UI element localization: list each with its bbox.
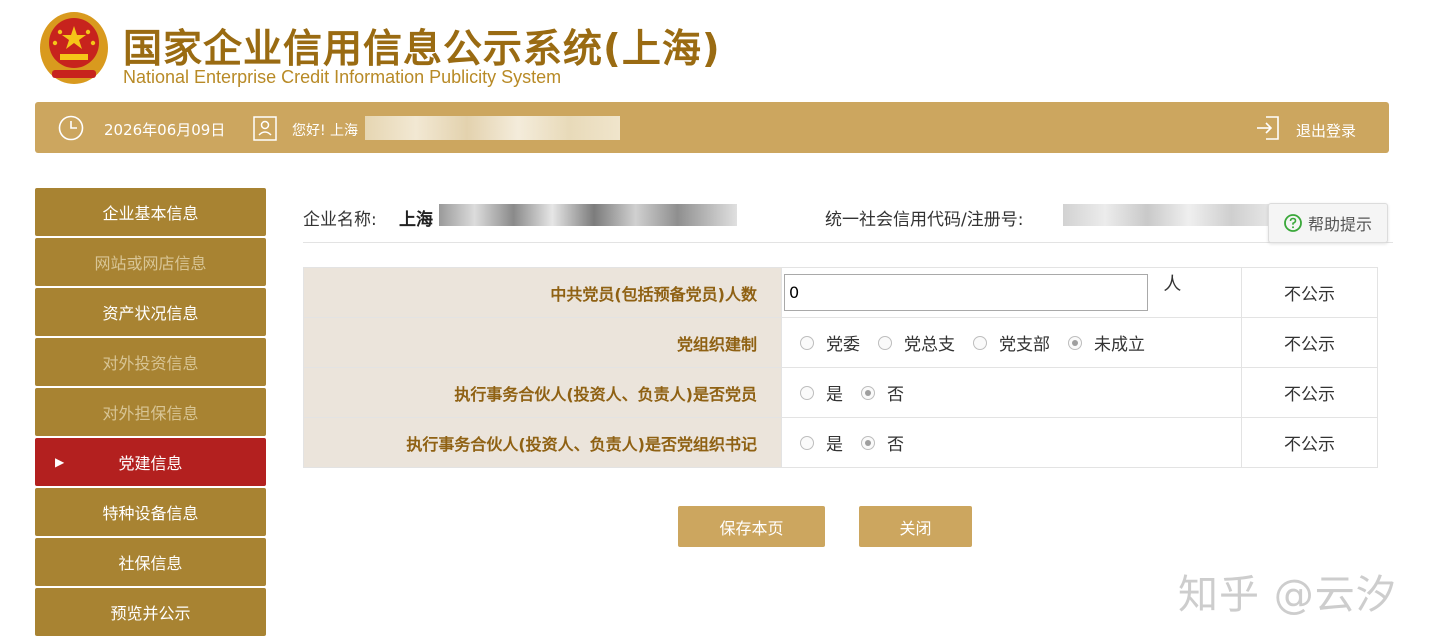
- publicity-status[interactable]: 不公示: [1241, 417, 1378, 468]
- table-row: 中共党员(包括预备党员)人数 人 不公示: [303, 267, 1378, 318]
- save-page-button[interactable]: 保存本页: [678, 506, 825, 547]
- form-label: 执行事务合伙人(投资人、负责人)是否党组织书记: [303, 417, 782, 468]
- partner-member-radio-group: 是 否: [800, 380, 1241, 405]
- radio-button[interactable]: [800, 335, 814, 350]
- sidebar: 企业基本信息 网站或网店信息 资产状况信息 对外投资信息 对外担保信息 ▶ 党建…: [35, 188, 266, 638]
- help-button-label: 帮助提示: [1307, 215, 1372, 234]
- sidebar-item-basic-info[interactable]: 企业基本信息: [35, 188, 266, 236]
- page-subtitle: National Enterprise Credit Information P…: [123, 67, 562, 87]
- logout-link[interactable]: 退出登录: [1296, 120, 1356, 141]
- sidebar-item-guarantee-info[interactable]: 对外担保信息: [35, 388, 266, 436]
- play-arrow-icon: ▶: [55, 455, 65, 469]
- radio-button[interactable]: [878, 335, 892, 350]
- redacted-username: [365, 116, 620, 140]
- radio-label: 是: [826, 435, 843, 455]
- radio-label: 是: [826, 385, 843, 405]
- current-date: 2026年06月09日: [104, 121, 226, 139]
- sidebar-item-label: 资产状况信息: [102, 304, 199, 323]
- unit-label: 人: [1163, 274, 1182, 295]
- sidebar-item-special-equipment[interactable]: 特种设备信息: [35, 488, 266, 536]
- radio-button[interactable]: [800, 435, 814, 450]
- radio-label: 未成立: [1094, 335, 1145, 355]
- form-control: 人: [781, 267, 1242, 318]
- close-button[interactable]: 关闭: [859, 506, 972, 547]
- national-emblem-icon: [40, 12, 108, 84]
- radio-label: 党委: [826, 335, 860, 355]
- question-circle-icon: [1284, 214, 1302, 232]
- form-control: 党委 党总支 党支部 未成立: [781, 317, 1242, 368]
- page-title: 国家企业信用信息公示系统(上海): [123, 27, 721, 72]
- publicity-status[interactable]: 不公示: [1241, 267, 1378, 318]
- sidebar-item-label: 党建信息: [118, 454, 183, 473]
- company-name-label: 企业名称:: [303, 210, 377, 230]
- form-control: 是 否: [781, 367, 1242, 418]
- radio-no[interactable]: 否: [861, 380, 904, 405]
- sidebar-item-label: 网站或网店信息: [94, 254, 207, 273]
- publicity-status[interactable]: 不公示: [1241, 367, 1378, 418]
- sidebar-item-label: 社保信息: [118, 554, 183, 573]
- radio-label: 否: [887, 435, 904, 455]
- sidebar-item-social-security[interactable]: 社保信息: [35, 538, 266, 586]
- radio-label: 党总支: [904, 335, 955, 355]
- sidebar-item-label: 预览并公示: [110, 604, 191, 623]
- form-control: 是 否: [781, 417, 1242, 468]
- radio-button[interactable]: [861, 435, 875, 450]
- radio-label: 党支部: [999, 335, 1050, 355]
- radio-button[interactable]: [861, 385, 875, 400]
- sidebar-item-label: 特种设备信息: [102, 504, 199, 523]
- radio-button[interactable]: [973, 335, 987, 350]
- clock-icon: [58, 115, 84, 141]
- sidebar-item-preview-publish[interactable]: 预览并公示: [35, 588, 266, 636]
- sidebar-item-label: 对外投资信息: [102, 354, 199, 373]
- greeting-text: 您好! 上海: [292, 123, 359, 139]
- radio-label: 否: [887, 385, 904, 405]
- radio-not-established[interactable]: 未成立: [1068, 330, 1145, 355]
- sidebar-item-asset-info[interactable]: 资产状况信息: [35, 288, 266, 336]
- sidebar-item-label: 对外担保信息: [102, 404, 199, 423]
- radio-button[interactable]: [1068, 335, 1082, 350]
- party-info-form: 中共党员(包括预备党员)人数 人 不公示 党组织建制 党委 党总支 党支部 未成…: [303, 267, 1378, 468]
- party-member-count-input[interactable]: [784, 274, 1148, 311]
- radio-party-committee[interactable]: 党委: [800, 330, 860, 355]
- publicity-status[interactable]: 不公示: [1241, 317, 1378, 368]
- radio-no[interactable]: 否: [861, 430, 904, 455]
- radio-yes[interactable]: 是: [800, 430, 843, 455]
- credit-code-label: 统一社会信用代码/注册号:: [825, 210, 1024, 230]
- radio-button[interactable]: [800, 385, 814, 400]
- help-button[interactable]: 帮助提示: [1268, 203, 1388, 243]
- sidebar-item-label: 企业基本信息: [102, 204, 199, 223]
- sidebar-item-investment-info[interactable]: 对外投资信息: [35, 338, 266, 386]
- partner-secretary-radio-group: 是 否: [800, 430, 1241, 455]
- user-icon: [253, 116, 277, 141]
- table-row: 执行事务合伙人(投资人、负责人)是否党组织书记 是 否 不公示: [303, 417, 1378, 468]
- redacted-company-name: [439, 204, 737, 226]
- company-info-row: 企业名称: 上海 统一社会信用代码/注册号:: [303, 200, 1393, 243]
- redacted-credit-code: [1063, 204, 1273, 226]
- table-row: 执行事务合伙人(投资人、负责人)是否党员 是 否 不公示: [303, 367, 1378, 418]
- page-header: 国家企业信用信息公示系统(上海) National Enterprise Cre…: [0, 0, 1440, 100]
- radio-yes[interactable]: 是: [800, 380, 843, 405]
- form-label: 中共党员(包括预备党员)人数: [303, 267, 782, 318]
- radio-general-branch[interactable]: 党总支: [878, 330, 955, 355]
- radio-branch[interactable]: 党支部: [973, 330, 1050, 355]
- company-name-value: 上海: [399, 210, 433, 230]
- logout-icon[interactable]: [1255, 115, 1281, 141]
- watermark: 知乎 @云汐: [1178, 572, 1397, 618]
- form-label: 执行事务合伙人(投资人、负责人)是否党员: [303, 367, 782, 418]
- sidebar-item-website-info[interactable]: 网站或网店信息: [35, 238, 266, 286]
- form-label: 党组织建制: [303, 317, 782, 368]
- sidebar-item-party-info[interactable]: ▶ 党建信息: [35, 438, 266, 486]
- party-org-radio-group: 党委 党总支 党支部 未成立: [800, 330, 1241, 355]
- top-bar: 2026年06月09日 您好! 上海 退出登录: [35, 102, 1389, 153]
- table-row: 党组织建制 党委 党总支 党支部 未成立 不公示: [303, 317, 1378, 368]
